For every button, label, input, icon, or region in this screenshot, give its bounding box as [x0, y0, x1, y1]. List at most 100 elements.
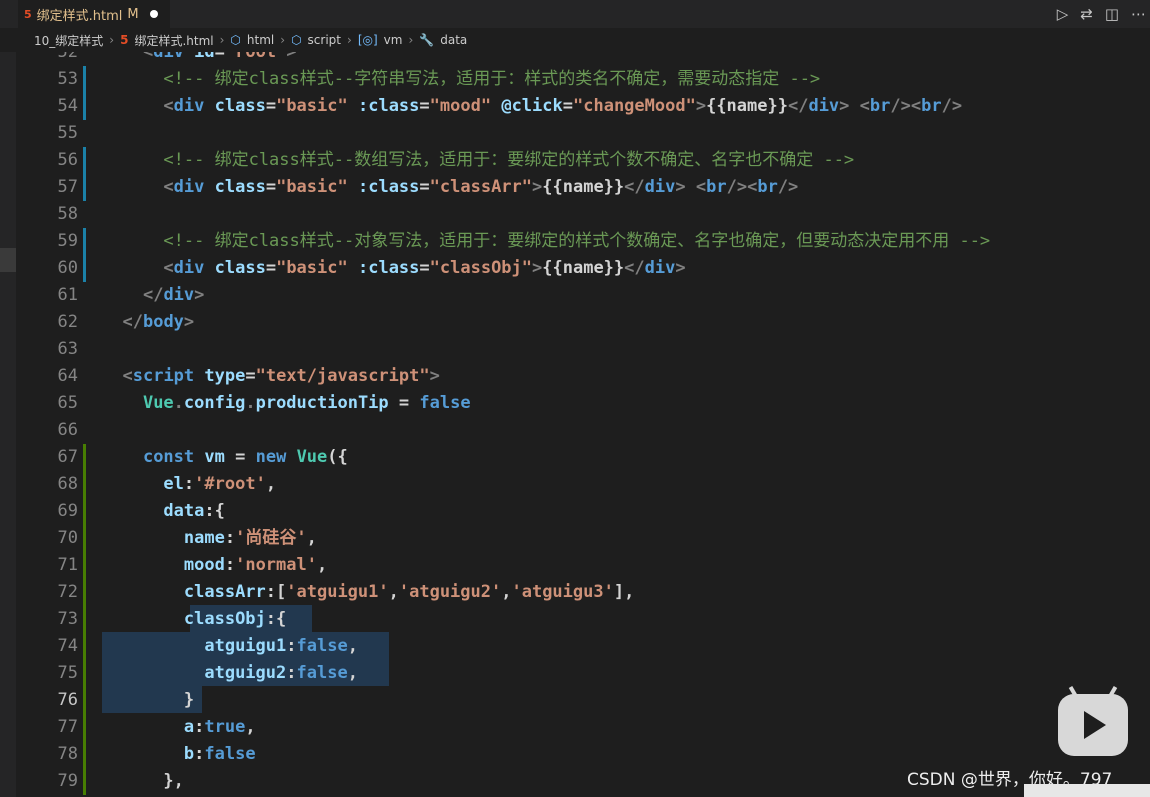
- code-line[interactable]: 59 <!-- 绑定class样式--对象写法，适用于：要绑定的样式个数确定、名…: [16, 228, 1150, 255]
- line-number: 55: [57, 123, 78, 143]
- line-number: 57: [57, 177, 78, 197]
- git-gutter-marker: [83, 606, 86, 633]
- line-number: 64: [57, 366, 78, 386]
- editor-tab[interactable]: 5 绑定样式.html M: [18, 0, 170, 28]
- line-number: 78: [57, 744, 78, 764]
- tag-icon: ⬡: [230, 33, 241, 47]
- code-line[interactable]: 72 classArr:['atguigu1','atguigu2','atgu…: [16, 579, 1150, 606]
- ime-toolbar: [1024, 784, 1150, 797]
- code-text: mood:'normal',: [183, 555, 328, 575]
- code-text: b:false: [183, 744, 256, 764]
- breadcrumb-vm[interactable]: vm: [384, 33, 403, 47]
- code-text: atguigu2:false,: [204, 663, 358, 683]
- code-text: <!-- 绑定class样式--对象写法，适用于：要绑定的样式个数确定、名字也确…: [102, 231, 991, 251]
- code-line[interactable]: 53 <!-- 绑定class样式--字符串写法，适用于：样式的类名不确定，需要…: [16, 66, 1150, 93]
- code-line[interactable]: 65 Vue.config.productionTip = false: [16, 390, 1150, 417]
- code-text: const vm = new Vue({: [142, 447, 348, 467]
- code-text: classArr:['atguigu1','atguigu2','atguigu…: [183, 582, 635, 602]
- line-number: 59: [57, 231, 78, 251]
- git-gutter-marker: [83, 66, 86, 93]
- line-number: 52: [57, 52, 78, 62]
- code-text: }: [102, 690, 195, 710]
- code-text: atguigu1:false,: [204, 636, 358, 656]
- code-line[interactable]: 69 data:{: [16, 498, 1150, 525]
- git-compare-icon[interactable]: ⇄: [1080, 5, 1093, 23]
- code-line[interactable]: 60 <div class="basic" :class="classObj">…: [16, 255, 1150, 282]
- breadcrumb-folder[interactable]: 10_绑定样式: [34, 32, 103, 49]
- code-text: a:true,: [183, 717, 256, 737]
- code-editor[interactable]: 52 <div id="root"> 53 <!-- 绑定class样式--字符串…: [16, 52, 1150, 797]
- code-line[interactable]: 64 <script type="text/javascript">: [16, 363, 1150, 390]
- breadcrumb-html[interactable]: html: [247, 33, 274, 47]
- line-number: 54: [57, 96, 78, 116]
- unsaved-dot-icon[interactable]: [149, 10, 158, 18]
- git-gutter-marker: [83, 552, 86, 579]
- chevron-right-icon: ›: [347, 33, 352, 47]
- code-line[interactable]: 58: [16, 201, 1150, 228]
- breadcrumb-file[interactable]: 绑定样式.html: [134, 32, 213, 49]
- code-line[interactable]: 78 b:false: [16, 741, 1150, 768]
- code-line[interactable]: 73 classObj:{: [16, 606, 1150, 633]
- code-line[interactable]: 71 mood:'normal',: [16, 552, 1150, 579]
- git-gutter-marker: [83, 498, 86, 525]
- code-line[interactable]: 70 name:'尚硅谷',: [16, 525, 1150, 552]
- line-number: 56: [57, 150, 78, 170]
- git-gutter-marker: [83, 228, 86, 255]
- split-editor-icon[interactable]: ◫: [1105, 5, 1119, 23]
- code-line[interactable]: 63: [16, 336, 1150, 363]
- code-text: data:{: [163, 501, 225, 521]
- tab-actions: ▷ ⇄ ◫ ⋯: [1057, 0, 1150, 28]
- line-number: 69: [57, 501, 78, 521]
- code-text: name:'尚硅谷',: [183, 528, 317, 548]
- modified-flag: M: [127, 6, 139, 22]
- code-text: classObj:{: [183, 609, 287, 629]
- code-line[interactable]: 75 atguigu2:false,: [16, 660, 1150, 687]
- code-line[interactable]: 67 const vm = new Vue({: [16, 444, 1150, 471]
- html5-icon: 5: [120, 33, 129, 47]
- code-line[interactable]: 57 <div class="basic" :class="classArr">…: [16, 174, 1150, 201]
- code-line[interactable]: 68 el:'#root',: [16, 471, 1150, 498]
- git-gutter-marker: [83, 255, 86, 282]
- chevron-right-icon: ›: [408, 33, 414, 47]
- line-number: 62: [57, 312, 78, 332]
- code-line[interactable]: 55: [16, 120, 1150, 147]
- git-gutter-marker: [83, 525, 86, 552]
- code-line[interactable]: 52 <div id="root">: [16, 52, 1150, 66]
- code-line[interactable]: 76 }: [16, 687, 1150, 714]
- code-line[interactable]: 74 atguigu1:false,: [16, 633, 1150, 660]
- code-line[interactable]: 77 a:true,: [16, 714, 1150, 741]
- bilibili-player-icon[interactable]: [1058, 685, 1128, 756]
- line-number: 63: [57, 339, 78, 359]
- play-icon[interactable]: ▷: [1057, 5, 1069, 23]
- code-line[interactable]: 56 <!-- 绑定class样式--数组写法，适用于：要绑定的样式个数不确定、…: [16, 147, 1150, 174]
- code-text: <div class="basic" :class="mood" @click=…: [163, 96, 963, 116]
- html5-icon: 5: [24, 7, 32, 21]
- tab-bar: 5 绑定样式.html M ▷ ⇄ ◫ ⋯: [0, 0, 1150, 28]
- code-text: Vue.config.productionTip = false: [142, 393, 471, 413]
- code-text: <div id="root">: [142, 52, 297, 62]
- line-number: 58: [57, 204, 78, 224]
- git-gutter-marker: [83, 660, 86, 687]
- git-gutter-marker: [83, 687, 86, 714]
- chevron-right-icon: ›: [280, 33, 286, 47]
- more-icon[interactable]: ⋯: [1131, 5, 1146, 23]
- line-number: 76: [57, 690, 78, 710]
- git-gutter-marker: [83, 174, 86, 201]
- line-number: 73: [57, 609, 78, 629]
- line-number: 72: [57, 582, 78, 602]
- line-number: 66: [57, 420, 78, 440]
- breadcrumb-script[interactable]: script: [308, 33, 341, 47]
- line-number: 75: [57, 663, 78, 683]
- line-number: 61: [57, 285, 78, 305]
- code-line[interactable]: 61 </div>: [16, 282, 1150, 309]
- line-number: 53: [57, 69, 78, 89]
- tag-icon: ⬡: [291, 33, 302, 47]
- git-gutter-marker: [83, 768, 86, 795]
- line-number: 70: [57, 528, 78, 548]
- code-line[interactable]: 66: [16, 417, 1150, 444]
- breadcrumb: 10_绑定样式 › 5 绑定样式.html › ⬡ html › ⬡ scrip…: [0, 28, 1150, 52]
- line-number: 65: [57, 393, 78, 413]
- breadcrumb-data[interactable]: data: [440, 33, 467, 47]
- code-line[interactable]: 54 <div class="basic" :class="mood" @cli…: [16, 93, 1150, 120]
- code-line[interactable]: 62 </body>: [16, 309, 1150, 336]
